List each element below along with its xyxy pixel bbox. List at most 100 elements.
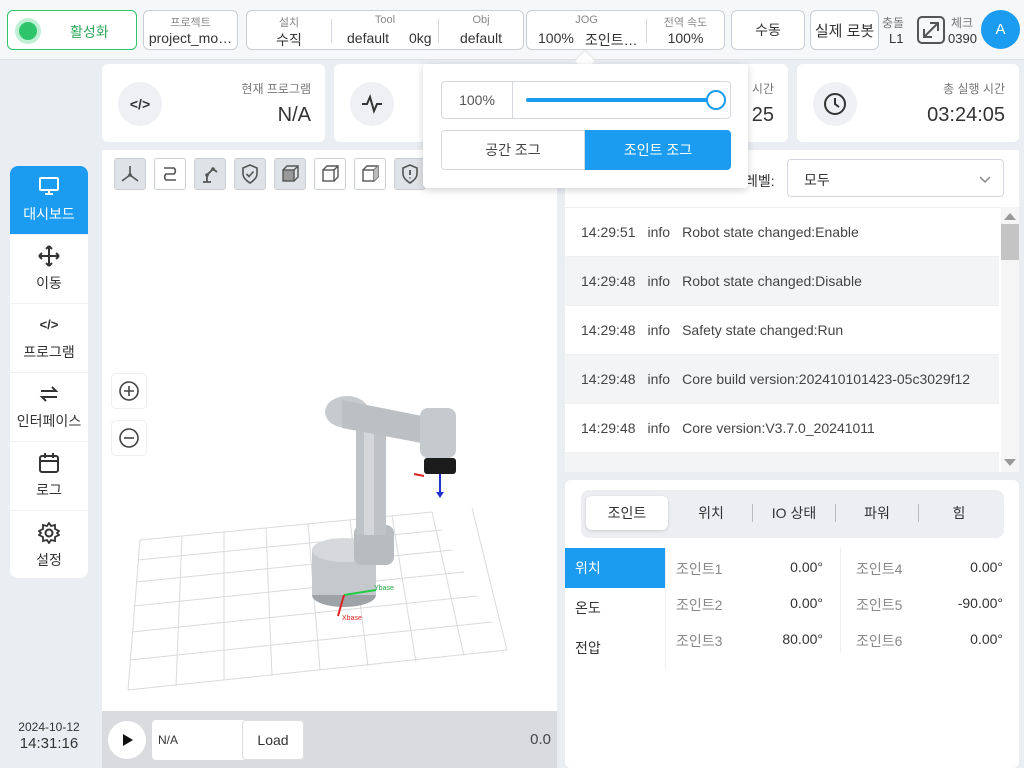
tab-label: 위치 xyxy=(698,505,724,521)
tab-label: 힘 xyxy=(952,505,966,521)
move-icon xyxy=(38,245,60,267)
program-select[interactable]: N/A Load xyxy=(152,720,304,760)
jog-percent-display: 100% xyxy=(442,82,513,118)
log-entry: 14:29:48 info Core build version:202410101… xyxy=(565,355,999,404)
jog-speed-popup: 100% 공간 조그 조인트 조그 xyxy=(423,64,748,188)
enable-status-button[interactable]: 활성화 xyxy=(7,10,137,50)
manual-mode-button[interactable]: 수동 xyxy=(731,10,805,50)
tab-label: 조인트 xyxy=(607,505,647,521)
sidebar-item-label: 로그 xyxy=(36,482,62,498)
install-tool-obj-selector[interactable]: 설치 수직 Tool default 0kg Obj default xyxy=(246,10,524,50)
joint3-label: 조인트3 xyxy=(676,633,723,649)
check-value: 0390 xyxy=(948,31,977,46)
joint5-label: 조인트5 xyxy=(856,597,903,613)
sidebar-item-move[interactable]: 이동 xyxy=(10,235,88,304)
swap-icon xyxy=(38,383,60,405)
y-base-axis-label: Ybase xyxy=(374,585,394,592)
tool-label: Tool xyxy=(374,14,396,26)
subtab-temperature[interactable]: 온도 xyxy=(565,588,665,628)
current-program-label: 현재 프로그램 xyxy=(241,82,311,96)
check-label: 체크 xyxy=(951,16,974,30)
joint6-label: 조인트6 xyxy=(856,633,903,649)
joint5-value: -90.00° xyxy=(957,595,1003,611)
speed-value: 100% xyxy=(667,30,704,46)
sidebar-item-program[interactable]: </> 프로그램 xyxy=(10,304,88,373)
joint6-value: 0.00° xyxy=(970,631,1003,647)
load-button[interactable]: Load xyxy=(242,720,304,760)
total-runtime-label: 총 실행 시간 xyxy=(943,82,1005,96)
calendar-icon xyxy=(38,452,60,474)
log-scrollbar[interactable] xyxy=(1001,207,1019,472)
expand-icon[interactable] xyxy=(917,16,945,44)
manual-label: 수동 xyxy=(755,22,781,38)
log-entry-partial xyxy=(565,453,999,472)
code-icon: </> xyxy=(118,82,162,126)
cycle-time-value: 25 xyxy=(751,104,774,126)
install-value: 수직 xyxy=(276,32,302,48)
tab-position[interactable]: 위치 xyxy=(670,496,752,530)
total-runtime-card: 총 실행 시간 03:24:05 xyxy=(797,64,1019,142)
subtab-position[interactable]: 위치 xyxy=(565,548,665,588)
log-level-value: 모두 xyxy=(804,172,830,188)
project-selector[interactable]: 프로젝트 project_mo… xyxy=(143,10,238,50)
tab-label: IO 상태 xyxy=(771,505,817,521)
subtab-label: 위치 xyxy=(575,560,601,576)
joint3-value: 80.00° xyxy=(782,631,823,647)
real-robot-button[interactable]: 실제 로봇 xyxy=(810,10,879,50)
sidebar-item-label: 프로그램 xyxy=(23,344,75,360)
jog-mode: 조인트… xyxy=(585,32,638,48)
current-time: 14:31:16 xyxy=(19,735,79,752)
sidebar-item-label: 인터페이스 xyxy=(16,413,82,429)
chevron-down-icon xyxy=(979,176,991,184)
jog-percent-text: 100% xyxy=(459,92,495,108)
avatar-letter: A xyxy=(995,21,1006,38)
sidebar-item-dashboard[interactable]: 대시보드 xyxy=(10,166,88,235)
top-bar: 활성화 프로젝트 project_mo… 설치 수직 Tool default … xyxy=(0,0,1024,71)
log-entry: 14:29:51 info Robot state changed:Enable xyxy=(565,208,999,257)
subtab-label: 온도 xyxy=(575,600,601,616)
scroll-up-icon xyxy=(1004,213,1016,220)
jog-speed-slider[interactable] xyxy=(526,90,726,110)
joint2-label: 조인트2 xyxy=(676,597,723,613)
joint1-label: 조인트1 xyxy=(676,561,723,577)
run-control-bar: N/A Load 0.0 xyxy=(102,711,557,768)
joint4-value: 0.00° xyxy=(970,559,1003,575)
jog-speed-selector[interactable]: JOG 100% 조인트… 전역 속도 100% xyxy=(526,10,725,50)
sidebar-item-log[interactable]: 로그 xyxy=(10,442,88,511)
code-icon: </> xyxy=(39,317,59,332)
log-entry: 14:29:48 info Robot state changed:Disable xyxy=(565,257,999,306)
sidebar-item-label: 이동 xyxy=(36,275,62,291)
joint-jog-label: 조인트 조그 xyxy=(623,142,693,158)
user-avatar[interactable]: A xyxy=(981,10,1020,49)
log-list[interactable]: 14:29:51 info Robot state changed:Enable 1… xyxy=(565,207,1019,472)
slider-thumb[interactable] xyxy=(706,90,726,110)
x-base-axis-label: Xbase xyxy=(342,615,362,622)
sidebar-item-label: 대시보드 xyxy=(23,206,75,222)
divider xyxy=(665,548,666,668)
log-level-label: 레벨: xyxy=(745,173,775,189)
space-jog-button[interactable]: 공간 조그 xyxy=(441,130,585,170)
tab-joint[interactable]: 조인트 xyxy=(586,496,668,530)
collision-value: L1 xyxy=(889,31,904,46)
robot-3d-viewport[interactable]: Ybase Xbase N/A Load 0.0 xyxy=(102,150,557,768)
sidebar-item-settings[interactable]: 설정 xyxy=(10,511,88,578)
joint4-label: 조인트4 xyxy=(856,561,903,577)
jog-speed-slider-box: 100% xyxy=(441,81,731,119)
current-program-value: N/A xyxy=(277,104,311,126)
cycle-time-label: 시간 xyxy=(751,82,774,96)
real-robot-label: 실제 로봇 xyxy=(814,22,875,40)
jog-label: JOG xyxy=(575,14,598,26)
gear-icon xyxy=(37,520,61,545)
project-label: 프로젝트 xyxy=(170,17,211,29)
play-button[interactable] xyxy=(108,721,146,759)
sidebar-item-interface[interactable]: 인터페이스 xyxy=(10,373,88,442)
tab-force[interactable]: 힘 xyxy=(919,496,999,530)
tab-io-status[interactable]: IO 상태 xyxy=(753,496,835,530)
joint2-value: 0.00° xyxy=(790,595,823,611)
subtab-voltage[interactable]: 전압 xyxy=(565,628,665,668)
log-level-select[interactable]: 모두 xyxy=(787,159,1004,197)
status-label: 활성화 xyxy=(70,24,109,40)
tab-power[interactable]: 파워 xyxy=(836,496,918,530)
joint-jog-button[interactable]: 조인트 조그 xyxy=(585,130,731,170)
robot-scene xyxy=(127,396,508,691)
